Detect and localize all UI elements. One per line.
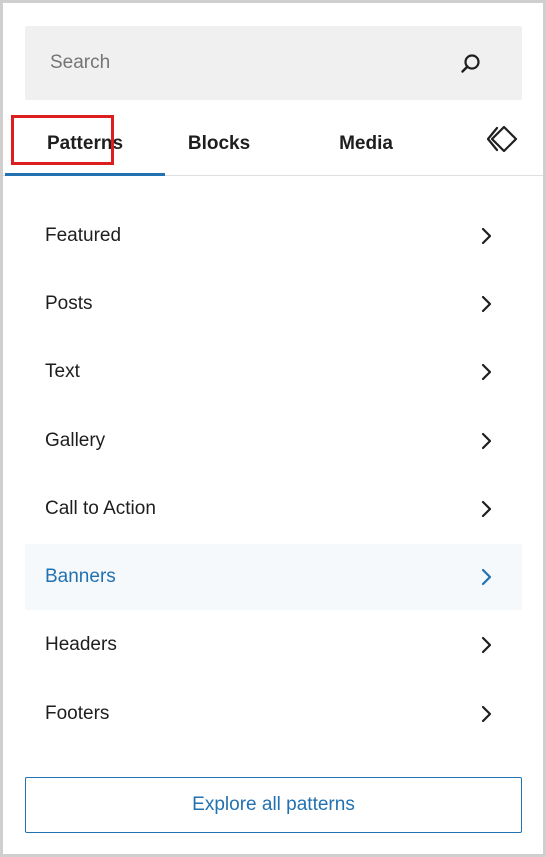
category-label: Posts (45, 293, 93, 314)
chevron-right-icon (481, 705, 492, 723)
category-label: Call to Action (45, 498, 156, 519)
annotation-highlight-box (11, 115, 114, 165)
chevron-right-icon (481, 432, 492, 450)
category-call-to-action[interactable]: Call to Action (25, 476, 522, 542)
category-banners[interactable]: Banners (25, 544, 522, 610)
active-tab-indicator (5, 173, 165, 176)
search-input[interactable] (25, 26, 445, 100)
chevron-right-icon (481, 500, 492, 518)
category-label: Gallery (45, 430, 106, 451)
explore-all-patterns-label: Explore all patterns (192, 794, 355, 815)
category-label: Banners (45, 566, 116, 587)
tab-media[interactable]: Media (316, 112, 416, 175)
search-icon[interactable] (459, 52, 483, 76)
category-label: Featured (45, 225, 122, 246)
category-label: Footers (45, 703, 110, 724)
category-footers[interactable]: Footers (25, 681, 522, 747)
category-posts[interactable]: Posts (25, 271, 522, 337)
category-gallery[interactable]: Gallery (25, 408, 522, 474)
category-featured[interactable]: Featured (25, 203, 522, 269)
category-headers[interactable]: Headers (25, 612, 522, 678)
chevron-right-icon (481, 295, 492, 313)
synced-patterns-icon[interactable] (485, 125, 519, 153)
category-label: Headers (45, 634, 117, 655)
explore-all-patterns-button[interactable]: Explore all patterns (25, 777, 522, 833)
chevron-right-icon (481, 227, 492, 245)
chevron-right-icon (481, 363, 492, 381)
tab-media-label: Media (339, 132, 393, 154)
chevron-right-icon (481, 568, 492, 586)
tab-blocks[interactable]: Blocks (169, 112, 269, 175)
search-box (25, 26, 522, 100)
category-label: Text (45, 361, 80, 382)
chevron-right-icon (481, 636, 492, 654)
inserter-panel: Patterns Blocks Media Featured Posts Tex… (0, 0, 546, 857)
tab-blocks-label: Blocks (187, 132, 251, 154)
category-text[interactable]: Text (25, 339, 522, 405)
